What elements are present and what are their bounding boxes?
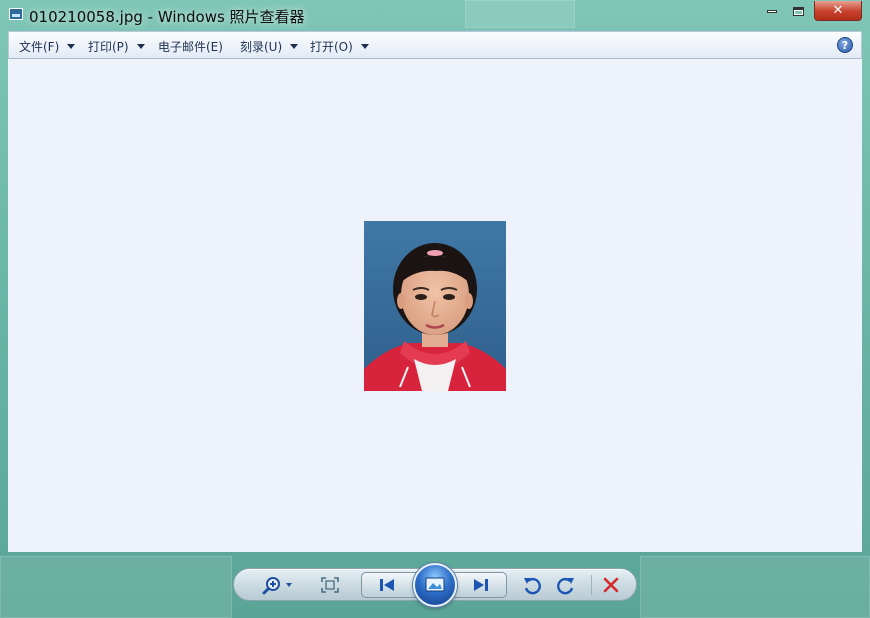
maximize-icon bbox=[793, 6, 804, 16]
rotate-counterclockwise-button[interactable] bbox=[520, 574, 544, 596]
menu-file-label: 文件(F) bbox=[19, 40, 60, 54]
menu-email[interactable]: 电子邮件(E) bbox=[158, 38, 223, 55]
actual-size-button[interactable] bbox=[319, 575, 341, 595]
chevron-down-icon bbox=[290, 44, 299, 49]
zoom-button[interactable] bbox=[260, 574, 296, 596]
next-icon bbox=[474, 579, 488, 591]
previous-icon bbox=[380, 579, 394, 591]
help-icon[interactable]: ? bbox=[837, 37, 853, 53]
menu-print[interactable]: 打印(P) bbox=[88, 38, 145, 55]
toolbar-separator bbox=[591, 575, 592, 595]
menu-open[interactable]: 打开(O) bbox=[310, 38, 369, 55]
menu-open-label: 打开(O) bbox=[310, 40, 353, 54]
actual-size-icon bbox=[321, 577, 339, 593]
maximize-button[interactable] bbox=[785, 1, 812, 21]
delete-icon bbox=[603, 577, 619, 593]
delete-button[interactable] bbox=[600, 574, 622, 596]
menu-print-label: 打印(P) bbox=[88, 40, 129, 54]
chevron-down-icon bbox=[360, 44, 369, 49]
minimize-icon bbox=[766, 9, 777, 13]
slideshow-button[interactable] bbox=[413, 563, 457, 607]
close-icon: ✕ bbox=[832, 3, 844, 18]
menu-file[interactable]: 文件(F) bbox=[19, 38, 76, 55]
close-button[interactable]: ✕ bbox=[814, 1, 862, 21]
menu-email-label: 电子邮件(E) bbox=[158, 40, 223, 54]
previous-button[interactable] bbox=[372, 575, 402, 595]
minimize-button[interactable] bbox=[758, 1, 785, 21]
zoom-icon bbox=[262, 577, 292, 595]
portrait-photo bbox=[364, 221, 506, 391]
rotate-counterclockwise-icon bbox=[524, 578, 541, 595]
menu-burn-label: 刻录(U) bbox=[240, 40, 283, 54]
slideshow-icon bbox=[425, 577, 445, 592]
window-title: 010210058.jpg - Windows 照片查看器 bbox=[29, 8, 305, 26]
rotate-clockwise-button[interactable] bbox=[554, 574, 578, 596]
portrait-photo-image bbox=[364, 221, 506, 391]
title-bar: 010210058.jpg - Windows 照片查看器 ✕ bbox=[0, 0, 870, 30]
menu-bar: 文件(F) 打印(P) 电子邮件(E) 刻录(U) 打开(O) ? bbox=[8, 31, 862, 59]
menu-burn[interactable]: 刻录(U) bbox=[240, 38, 299, 55]
chevron-down-icon bbox=[67, 44, 76, 49]
background-window-ghost bbox=[0, 556, 232, 618]
background-window-ghost bbox=[640, 556, 870, 618]
chevron-down-icon bbox=[136, 44, 145, 49]
photo-viewer-icon bbox=[9, 8, 23, 20]
rotate-clockwise-icon bbox=[557, 578, 574, 595]
next-button[interactable] bbox=[466, 575, 496, 595]
image-viewer-area bbox=[8, 59, 862, 552]
